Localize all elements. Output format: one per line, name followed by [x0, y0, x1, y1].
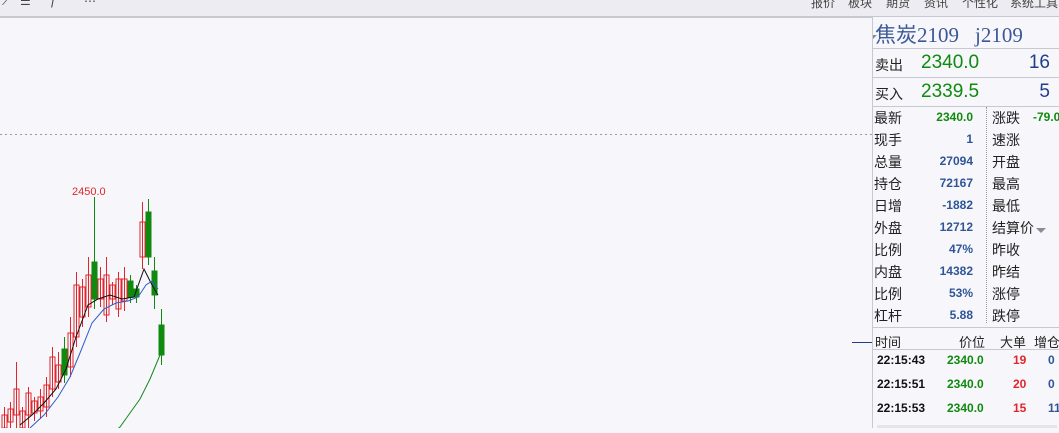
stat-label: 总量: [874, 154, 902, 170]
stat-label: 跌停: [992, 308, 1020, 324]
menu-item[interactable]: 板块: [848, 0, 872, 11]
stat-value: 72167: [939, 176, 973, 190]
sell-price: 2340.0: [921, 52, 980, 73]
toolbar-draw-icon[interactable]: ⟋: [2, 0, 10, 9]
stat-value: 1: [966, 132, 973, 146]
stat-value: 47%: [948, 242, 973, 256]
buy-price: 2339.5: [921, 81, 980, 102]
candle-body: [158, 324, 165, 356]
sell-label: 卖出: [875, 57, 903, 73]
tick-oi-change: 0: [1048, 377, 1055, 391]
stat-label: 涨跌: [992, 110, 1020, 126]
high-price-annotation: 2450.0: [72, 186, 106, 198]
divider: [873, 48, 1059, 49]
sell-volume: 16: [1028, 52, 1050, 73]
stat-label: 杠杆: [874, 308, 902, 324]
stat-label: 内盘: [874, 264, 902, 280]
tick-price: 2340.0: [947, 377, 984, 391]
stat-label: 比例: [874, 286, 902, 302]
buy-label: 买入: [875, 86, 903, 102]
ma-long-line: [111, 354, 161, 433]
divider: [873, 349, 1059, 350]
divider: [873, 77, 1059, 78]
tick-oi-change: 0: [1048, 353, 1055, 367]
stat-label: 现手: [874, 132, 902, 148]
stat-label: 日增: [874, 198, 902, 214]
stats-separator: [986, 107, 987, 323]
stat-label: 涨停: [992, 286, 1020, 302]
stat-value: -1882: [942, 198, 973, 212]
candle-body: [91, 261, 98, 300]
stat-value: -79.0: [1033, 110, 1059, 124]
kline-svg: 2450.0: [0, 17, 872, 433]
menu-item[interactable]: 期货: [886, 0, 910, 11]
tick-big-order: 15: [1013, 401, 1027, 415]
tick-time: 22:15:43: [877, 353, 926, 367]
tick-time: 22:15:53: [877, 401, 926, 415]
divider: [873, 327, 1059, 328]
tick-oi-change: 11: [1048, 401, 1059, 415]
candle-body: [145, 211, 152, 258]
tick-time: 22:15:51: [877, 377, 926, 391]
candle-body: [127, 280, 134, 298]
stat-value: 2340.0: [936, 110, 973, 124]
tick-big-order: 19: [1013, 353, 1027, 367]
stat-label: 最高: [992, 176, 1020, 192]
menu-item[interactable]: 资讯: [924, 0, 948, 11]
stat-label: 昨结: [992, 264, 1020, 280]
stat-label: 比例: [874, 242, 902, 258]
stat-value: 53%: [948, 286, 973, 300]
stat-value: 12712: [939, 220, 973, 234]
contract-code: j2109: [975, 23, 1023, 47]
divider: [873, 106, 1059, 107]
menu-item[interactable]: 个性化: [962, 0, 998, 11]
tick-price: 2340.0: [947, 401, 984, 415]
tick-big-order: 20: [1013, 377, 1027, 391]
stat-value: 14382: [939, 264, 973, 278]
stat-label: 结算价: [992, 220, 1034, 236]
stat-value: 5.88: [949, 308, 973, 322]
stat-label: 昨收: [992, 242, 1020, 258]
candles-group: [1, 197, 165, 429]
contract-title: 焦炭2109 j2109: [875, 19, 1023, 49]
stat-label: 开盘: [992, 154, 1020, 170]
stat-label: 外盘: [874, 220, 902, 236]
kline-chart[interactable]: 2450.0: [0, 17, 873, 433]
menu-item[interactable]: 系统工具: [1010, 0, 1058, 11]
collapse-arrow-icon[interactable]: [873, 35, 877, 41]
menu-item[interactable]: 报价: [811, 0, 835, 11]
stat-label: 最低: [992, 198, 1020, 214]
stat-label: 最新: [874, 110, 902, 126]
tick-price: 2340.0: [947, 353, 984, 367]
toolbar-list-icon[interactable]: ☰: [20, 0, 31, 8]
settlement-dropdown-icon[interactable]: [1036, 228, 1046, 233]
contract-name: 焦炭2109: [875, 23, 959, 47]
buy-volume: 5: [1039, 81, 1050, 102]
stat-label: 速涨: [992, 132, 1020, 148]
quote-panel: 焦炭2109 j2109 卖出 2340.0 16 买入 2339.5 5 最新 2…: [873, 17, 1059, 428]
top-toolbar: ⟋ ☰ ƒ ⋯ 报价 板块 期货 资讯 个性化 系统工具: [0, 0, 1059, 17]
toolbar-fx-icon[interactable]: ƒ: [50, 0, 57, 8]
stat-value: 27094: [939, 154, 973, 168]
stat-label: 持仓: [874, 176, 902, 192]
toolbar-more-icon[interactable]: ⋯: [84, 0, 96, 8]
